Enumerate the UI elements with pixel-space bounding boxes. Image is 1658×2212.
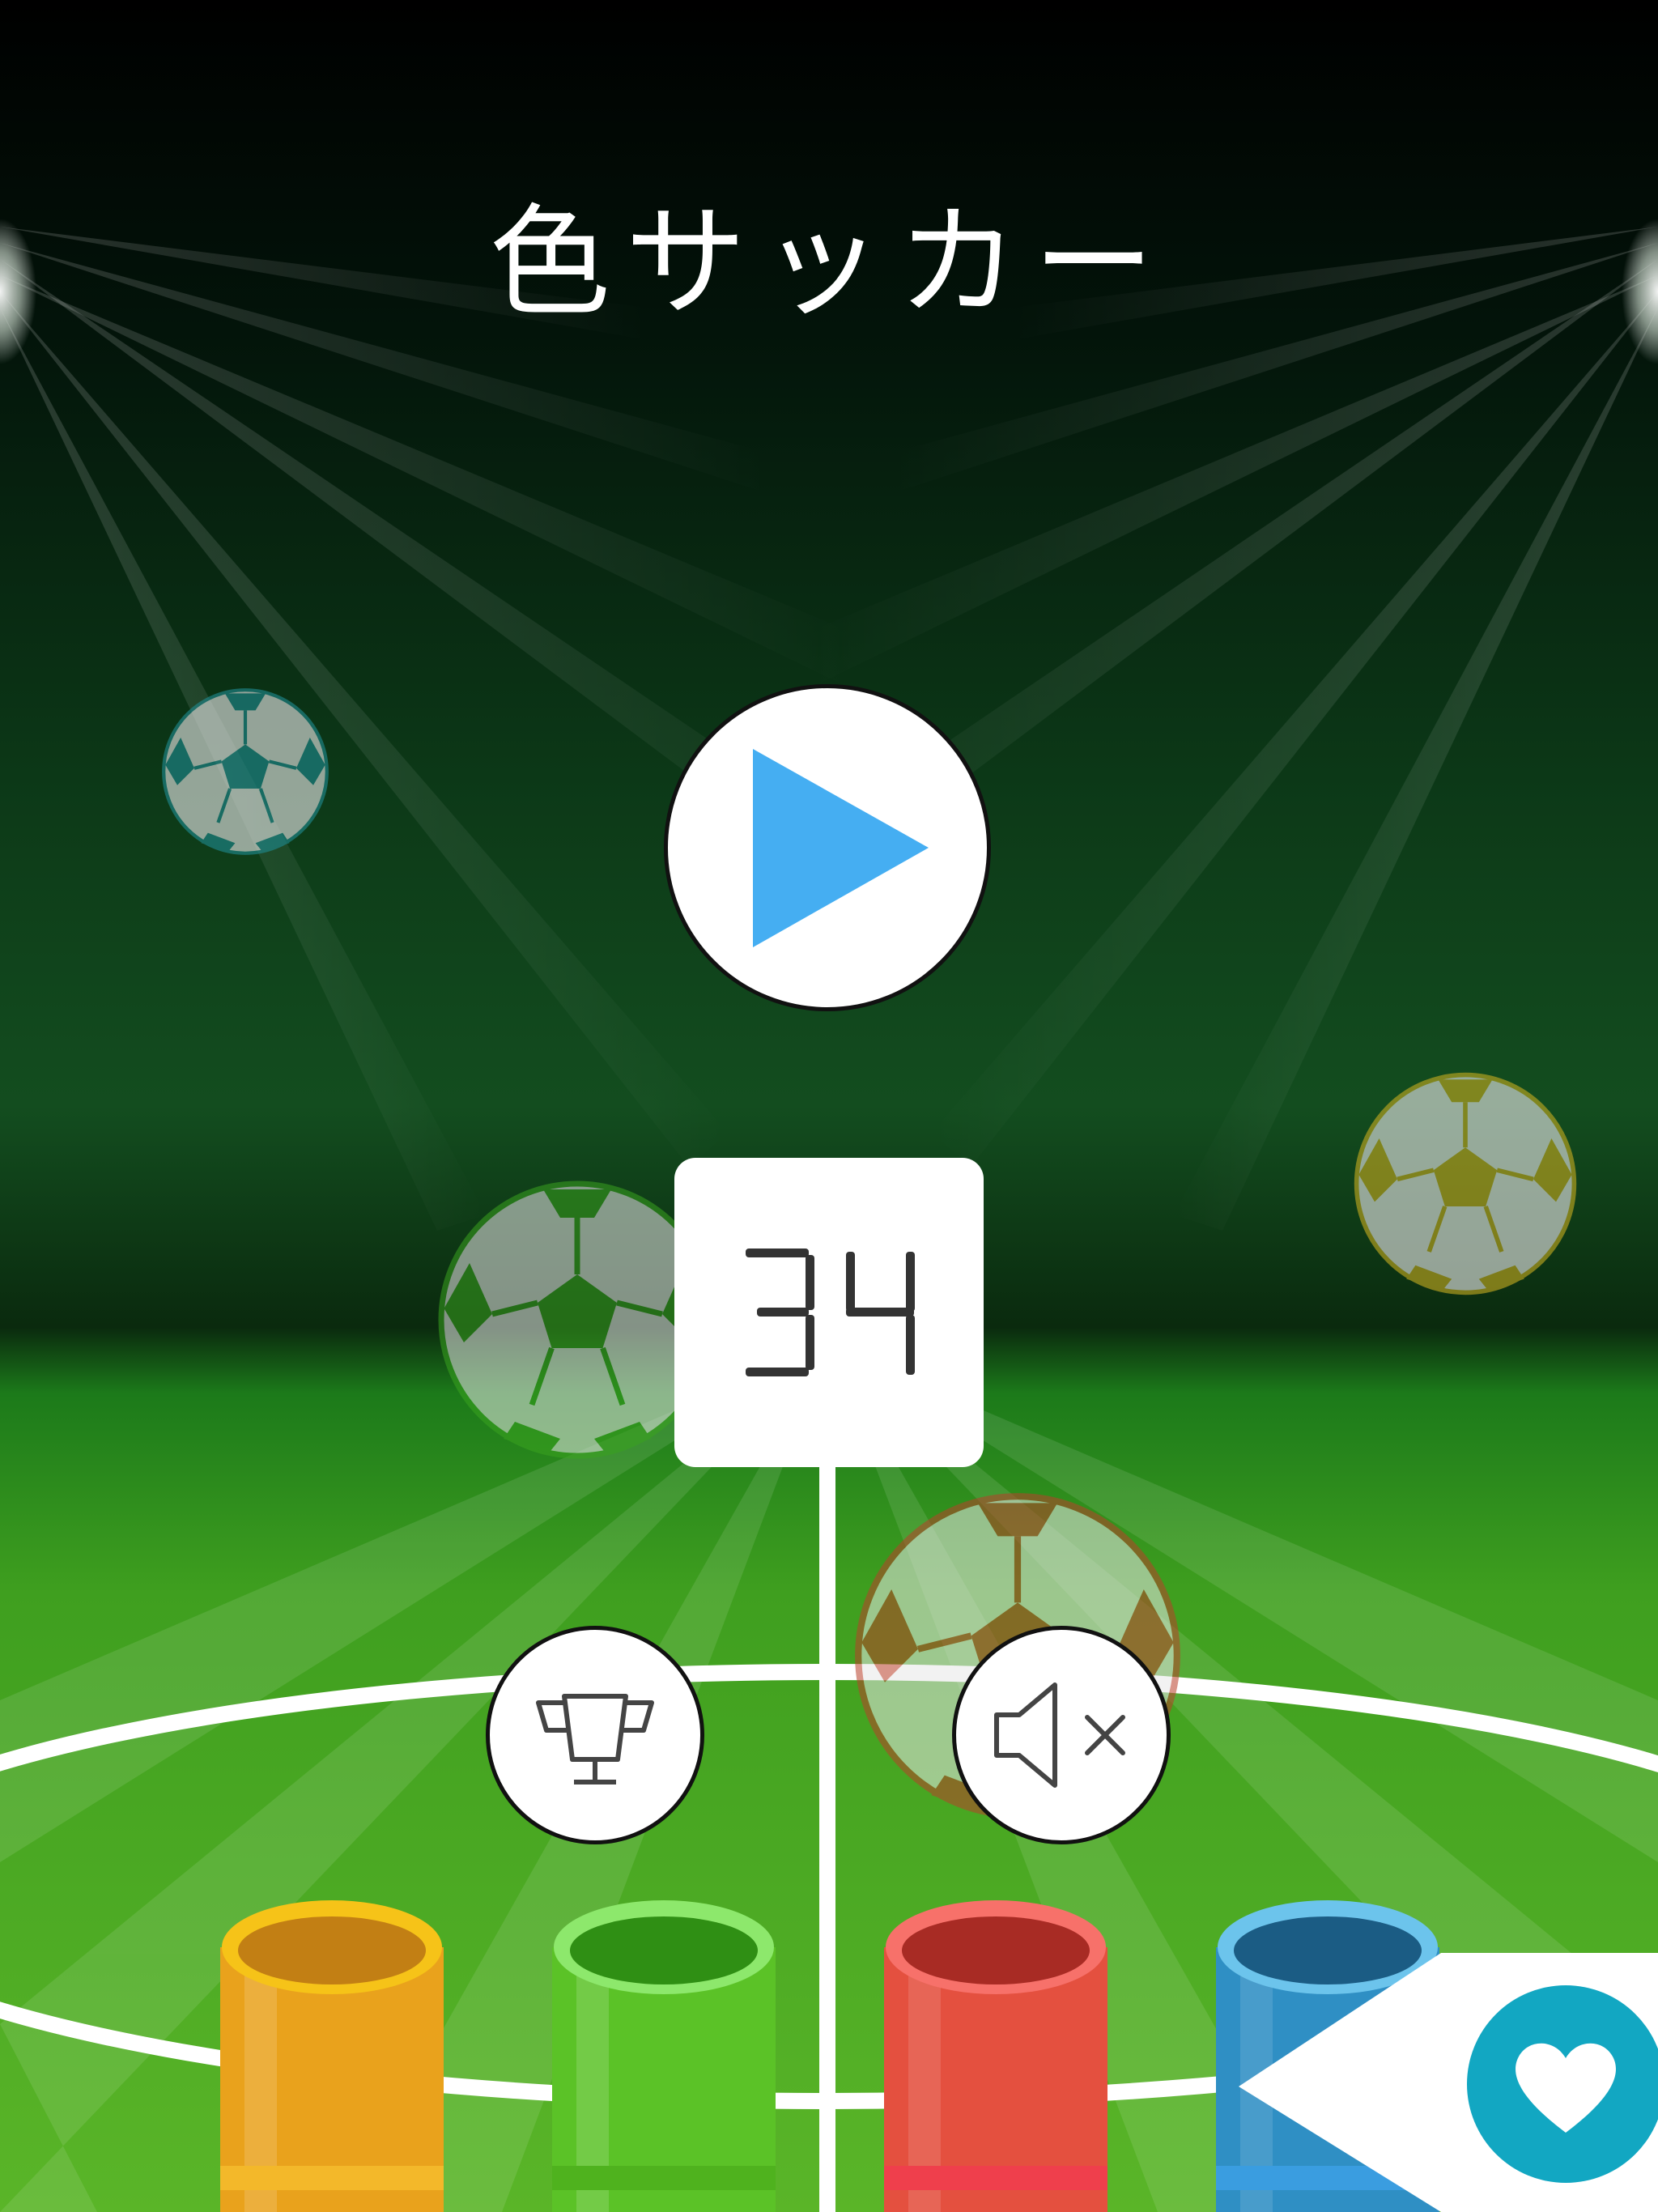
play-button[interactable] [664,684,991,1011]
leaderboard-button[interactable] [486,1626,704,1844]
game-title: 色サッカー [488,193,1169,334]
trophy-icon [536,1694,654,1784]
mute-icon [994,1682,1125,1788]
yellow-tube [220,1900,444,2212]
sound-toggle-button[interactable] [952,1626,1171,1844]
play-icon [753,749,929,947]
teal-soccer-ball [162,688,329,855]
green-tube [552,1900,776,2212]
best-score-panel: 34 [674,1158,984,1467]
yellow-soccer-ball [1354,1072,1577,1295]
favorite-button[interactable] [1239,1953,1658,2212]
score-digits [746,1249,915,1376]
red-tube [884,1900,1107,2212]
game-screen: 色サッカー [0,0,1658,2212]
